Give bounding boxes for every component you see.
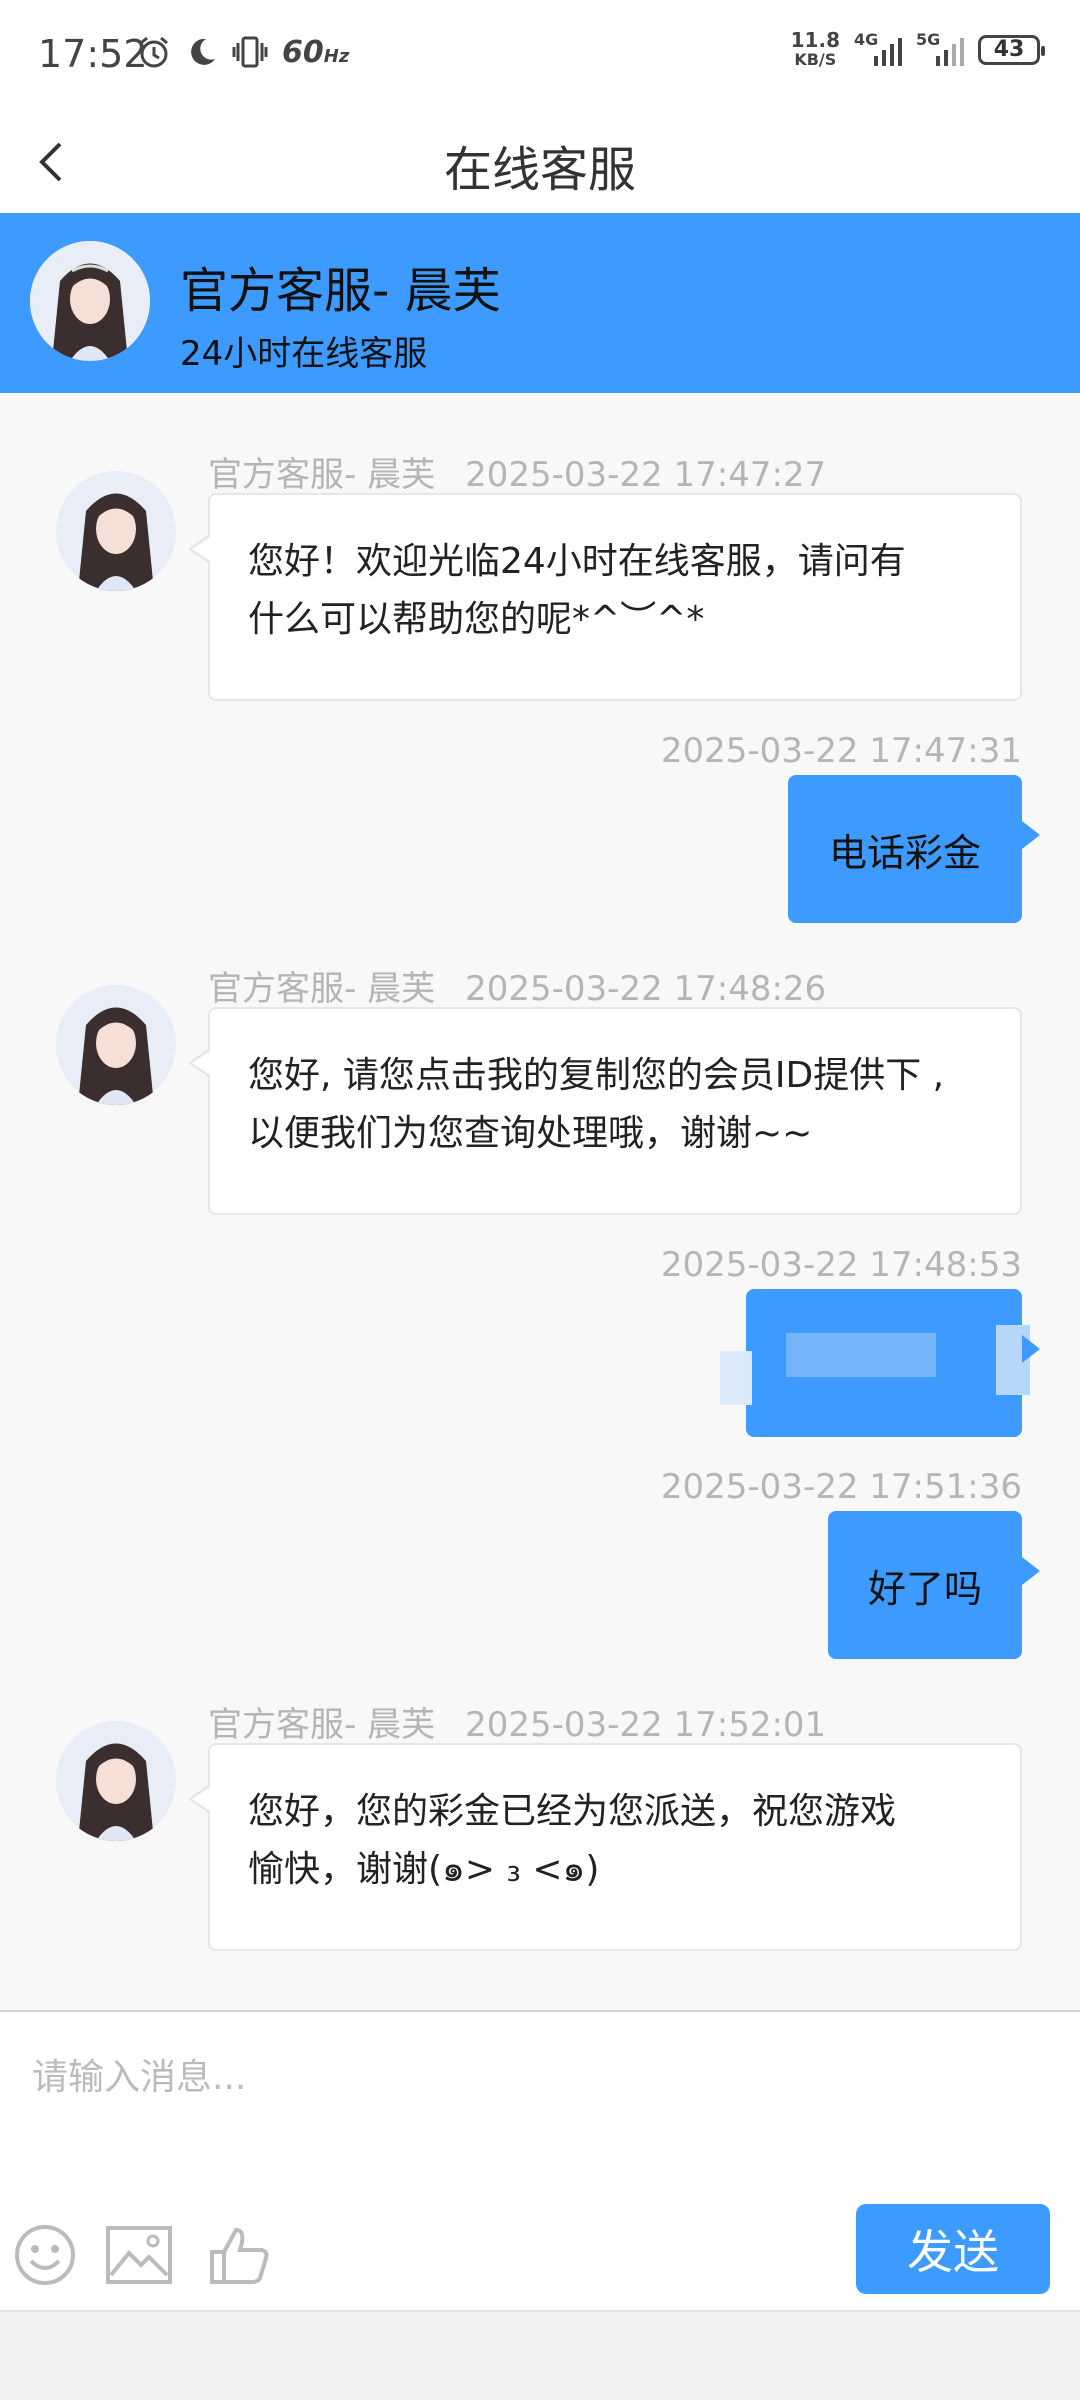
message-text-line: 愉快，谢谢(๑> ₃ <๑) bbox=[248, 1849, 600, 1890]
send-button[interactable]: 发送 bbox=[856, 2204, 1050, 2294]
chat-area[interactable]: 官方客服- 晨芙 2025-03-22 17:47:27 您好！欢迎光临24小时在… bbox=[0, 393, 1080, 2010]
signal-4g-icon: 4G bbox=[854, 30, 902, 66]
image-button[interactable] bbox=[104, 2220, 174, 2290]
message-bubble[interactable]: 您好, 请您点击我的复制您的会员ID提供下 , 以便我们为您查询处理哦，谢谢~~ bbox=[188, 1007, 1022, 1215]
thumbs-up-icon bbox=[210, 2227, 269, 2284]
image-icon bbox=[106, 2226, 172, 2284]
message-text: 好了吗 bbox=[868, 1566, 983, 1611]
status-bar: 17:52 60Hz 11.8 KB/S 4G 5G 43 bbox=[0, 0, 1080, 110]
bottom-strip bbox=[0, 2310, 1080, 2400]
status-right: 11.8 KB/S 4G 5G 43 bbox=[790, 28, 1045, 70]
message-time: 2025-03-22 17:47:27 bbox=[465, 455, 827, 495]
message-meta: 官方客服- 晨芙 2025-03-22 17:52:01 bbox=[208, 1697, 826, 1746]
message-time: 2025-03-22 17:51:36 bbox=[660, 1467, 1022, 1507]
message-time: 2025-03-22 17:48:53 bbox=[660, 1245, 1022, 1285]
message-text-line: 您好, 请您点击我的复制您的会员ID提供下 , bbox=[248, 1055, 945, 1096]
message-meta: 官方客服- 晨芙 2025-03-22 17:48:26 bbox=[208, 961, 826, 1010]
battery-icon: 43 bbox=[978, 35, 1045, 65]
redacted-content bbox=[720, 1289, 1030, 1437]
message-meta: 官方客服- 晨芙 2025-03-22 17:47:27 bbox=[208, 447, 826, 496]
sender-name: 官方客服- 晨芙 bbox=[208, 1705, 436, 1745]
status-time: 17:52 bbox=[38, 32, 148, 76]
emoji-button[interactable] bbox=[10, 2220, 80, 2290]
like-button[interactable] bbox=[204, 2220, 274, 2290]
message-text-line: 您好！欢迎光临24小时在线客服，请问有 bbox=[248, 541, 906, 582]
message-bubble[interactable]: 您好，您的彩金已经为您派送，祝您游戏 愉快，谢谢(๑> ₃ <๑) bbox=[188, 1743, 1022, 1951]
sender-name: 官方客服- 晨芙 bbox=[208, 455, 436, 495]
net-speed: 11.8 KB/S bbox=[790, 28, 840, 69]
input-area: 发送 bbox=[0, 2010, 1080, 2310]
refresh-rate: 60Hz bbox=[282, 34, 350, 70]
message-text-line: 您好，您的彩金已经为您派送，祝您游戏 bbox=[248, 1791, 897, 1832]
sender-name: 官方客服- 晨芙 bbox=[208, 969, 436, 1009]
nav-bar: 在线客服 bbox=[0, 110, 1080, 213]
message-time: 2025-03-22 17:48:26 bbox=[465, 969, 827, 1009]
message-time: 2025-03-22 17:52:01 bbox=[465, 1705, 827, 1745]
alarm-icon bbox=[136, 34, 172, 70]
message-bubble[interactable]: 好了吗 bbox=[828, 1511, 1040, 1659]
message-bubble[interactable]: 您好！欢迎光临24小时在线客服，请问有 什么可以帮助您的呢*^︶^* bbox=[188, 493, 1022, 701]
message-input[interactable] bbox=[30, 2042, 1050, 2112]
message-text-line: 以便我们为您查询处理哦，谢谢~~ bbox=[248, 1113, 813, 1154]
status-icons: 60Hz bbox=[136, 34, 349, 70]
emoji-icon bbox=[15, 2225, 75, 2285]
agent-subtitle: 24小时在线客服 bbox=[180, 334, 428, 374]
signal-5g-icon: 5G bbox=[916, 30, 964, 66]
avatar[interactable] bbox=[56, 985, 176, 1105]
avatar[interactable] bbox=[56, 471, 176, 591]
agent-name: 官方客服- 晨芙 bbox=[180, 263, 501, 319]
avatar[interactable] bbox=[56, 1721, 176, 1841]
message-text: 电话彩金 bbox=[828, 830, 981, 875]
message-bubble[interactable] bbox=[720, 1289, 1040, 1437]
message-bubble[interactable]: 电话彩金 bbox=[788, 775, 1040, 923]
message-time: 2025-03-22 17:47:31 bbox=[660, 731, 1022, 771]
agent-avatar[interactable] bbox=[30, 241, 150, 361]
message-text-line: 什么可以帮助您的呢*^︶^* bbox=[248, 599, 705, 640]
agent-header: 官方客服- 晨芙 24小时在线客服 bbox=[0, 213, 1080, 393]
moon-icon bbox=[186, 36, 218, 68]
page-title: 在线客服 bbox=[443, 142, 636, 198]
vibrate-icon bbox=[232, 35, 268, 69]
